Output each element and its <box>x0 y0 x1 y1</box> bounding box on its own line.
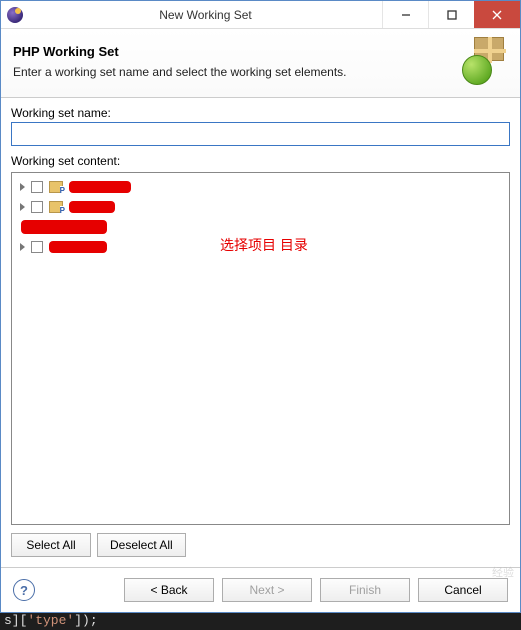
close-icon <box>492 10 502 20</box>
dialog-footer: ? < Back Next > Finish Cancel <box>1 567 520 612</box>
help-button[interactable]: ? <box>13 579 35 601</box>
checkbox[interactable] <box>31 241 43 253</box>
checkbox[interactable] <box>31 201 43 213</box>
maximize-icon <box>447 10 457 20</box>
back-button[interactable]: < Back <box>124 578 214 602</box>
tree-item[interactable] <box>14 217 507 237</box>
next-button: Next > <box>222 578 312 602</box>
redacted-label <box>69 201 115 213</box>
deselect-all-button[interactable]: Deselect All <box>97 533 186 557</box>
maximize-button[interactable] <box>428 1 474 28</box>
dialog-header: PHP Working Set Enter a working set name… <box>1 29 520 98</box>
tree-item[interactable] <box>14 237 507 257</box>
redacted-label <box>21 220 107 234</box>
editor-background-fragment: s]['type']); <box>0 613 521 630</box>
titlebar[interactable]: New Working Set <box>1 1 520 29</box>
eclipse-icon <box>7 7 23 23</box>
select-all-button[interactable]: Select All <box>11 533 91 557</box>
header-title: PHP Working Set <box>13 44 452 59</box>
help-icon: ? <box>20 583 28 598</box>
close-button[interactable] <box>474 1 520 28</box>
expand-icon[interactable] <box>20 203 25 211</box>
minimize-icon <box>401 10 411 20</box>
expand-icon[interactable] <box>20 243 25 251</box>
cancel-button[interactable]: Cancel <box>418 578 508 602</box>
name-label: Working set name: <box>11 106 510 120</box>
working-set-content-tree[interactable]: 选择项目 目录 <box>11 172 510 525</box>
redacted-label <box>49 241 107 253</box>
working-set-name-input[interactable] <box>11 122 510 146</box>
project-icon <box>49 181 63 193</box>
content-label: Working set content: <box>11 154 510 168</box>
redaction-stroke <box>83 181 113 183</box>
selection-buttons: Select All Deselect All <box>11 533 510 557</box>
window-title: New Working Set <box>29 8 382 22</box>
dialog-window: New Working Set PHP Working Set Enter a … <box>0 0 521 613</box>
dialog-body: Working set name: 名字随意 Working set conte… <box>1 98 520 567</box>
project-icon <box>49 201 63 213</box>
working-set-icon <box>460 37 508 85</box>
minimize-button[interactable] <box>382 1 428 28</box>
header-description: Enter a working set name and select the … <box>13 65 452 79</box>
expand-icon[interactable] <box>20 183 25 191</box>
window-controls <box>382 1 520 28</box>
checkbox[interactable] <box>31 181 43 193</box>
finish-button: Finish <box>320 578 410 602</box>
tree-item[interactable] <box>14 197 507 217</box>
tree-item[interactable] <box>14 177 507 197</box>
